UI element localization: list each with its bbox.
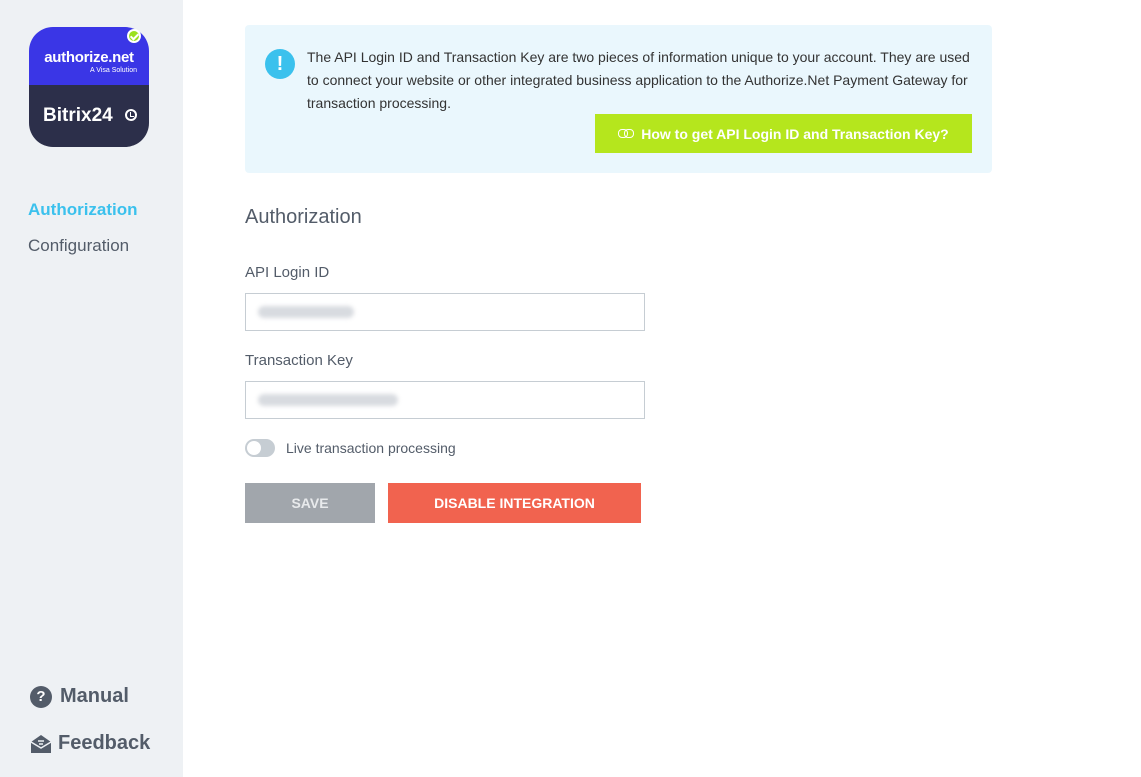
sidebar-item-configuration[interactable]: Configuration <box>28 236 129 256</box>
manual-label: Manual <box>60 685 129 707</box>
toggle-knob <box>247 441 261 455</box>
api-login-input[interactable] <box>245 293 645 331</box>
app-logo: authorize.net A Visa Solution Bitrix24 <box>29 27 149 147</box>
logo-product: Bitrix24 <box>43 105 113 126</box>
save-button[interactable]: SAVE <box>245 483 375 523</box>
feedback-label: Feedback <box>58 732 151 754</box>
logo-subtitle: A Visa Solution <box>90 67 137 74</box>
api-login-label: API Login ID <box>245 264 330 281</box>
transaction-key-label: Transaction Key <box>245 352 353 369</box>
clock-icon <box>125 109 137 121</box>
disable-integration-button[interactable]: DISABLE INTEGRATION <box>388 483 641 523</box>
masked-value <box>258 394 398 406</box>
live-processing-label: Live transaction processing <box>286 440 456 456</box>
link-icon <box>618 129 635 138</box>
transaction-key-input[interactable] <box>245 381 645 419</box>
exclamation-icon: ! <box>265 49 295 79</box>
toggle-switch[interactable] <box>245 439 275 457</box>
sidebar: authorize.net A Visa Solution Bitrix24 A… <box>0 0 183 777</box>
logo-brand: authorize.net <box>44 49 134 66</box>
info-box: ! The API Login ID and Transaction Key a… <box>245 25 992 173</box>
info-text: The API Login ID and Transaction Key are… <box>307 49 970 111</box>
live-processing-toggle[interactable]: Live transaction processing <box>245 439 456 457</box>
masked-value <box>258 306 354 318</box>
question-icon: ? <box>30 685 52 708</box>
section-title: Authorization <box>245 206 362 228</box>
how-to-get-keys-label: How to get API Login ID and Transaction … <box>641 125 949 142</box>
check-badge-icon <box>127 29 141 43</box>
envelope-icon <box>30 734 52 753</box>
manual-link[interactable]: ? Manual <box>30 685 129 708</box>
how-to-get-keys-button[interactable]: How to get API Login ID and Transaction … <box>595 114 972 153</box>
sidebar-item-authorization[interactable]: Authorization <box>28 200 138 220</box>
feedback-link[interactable]: Feedback <box>30 732 150 755</box>
